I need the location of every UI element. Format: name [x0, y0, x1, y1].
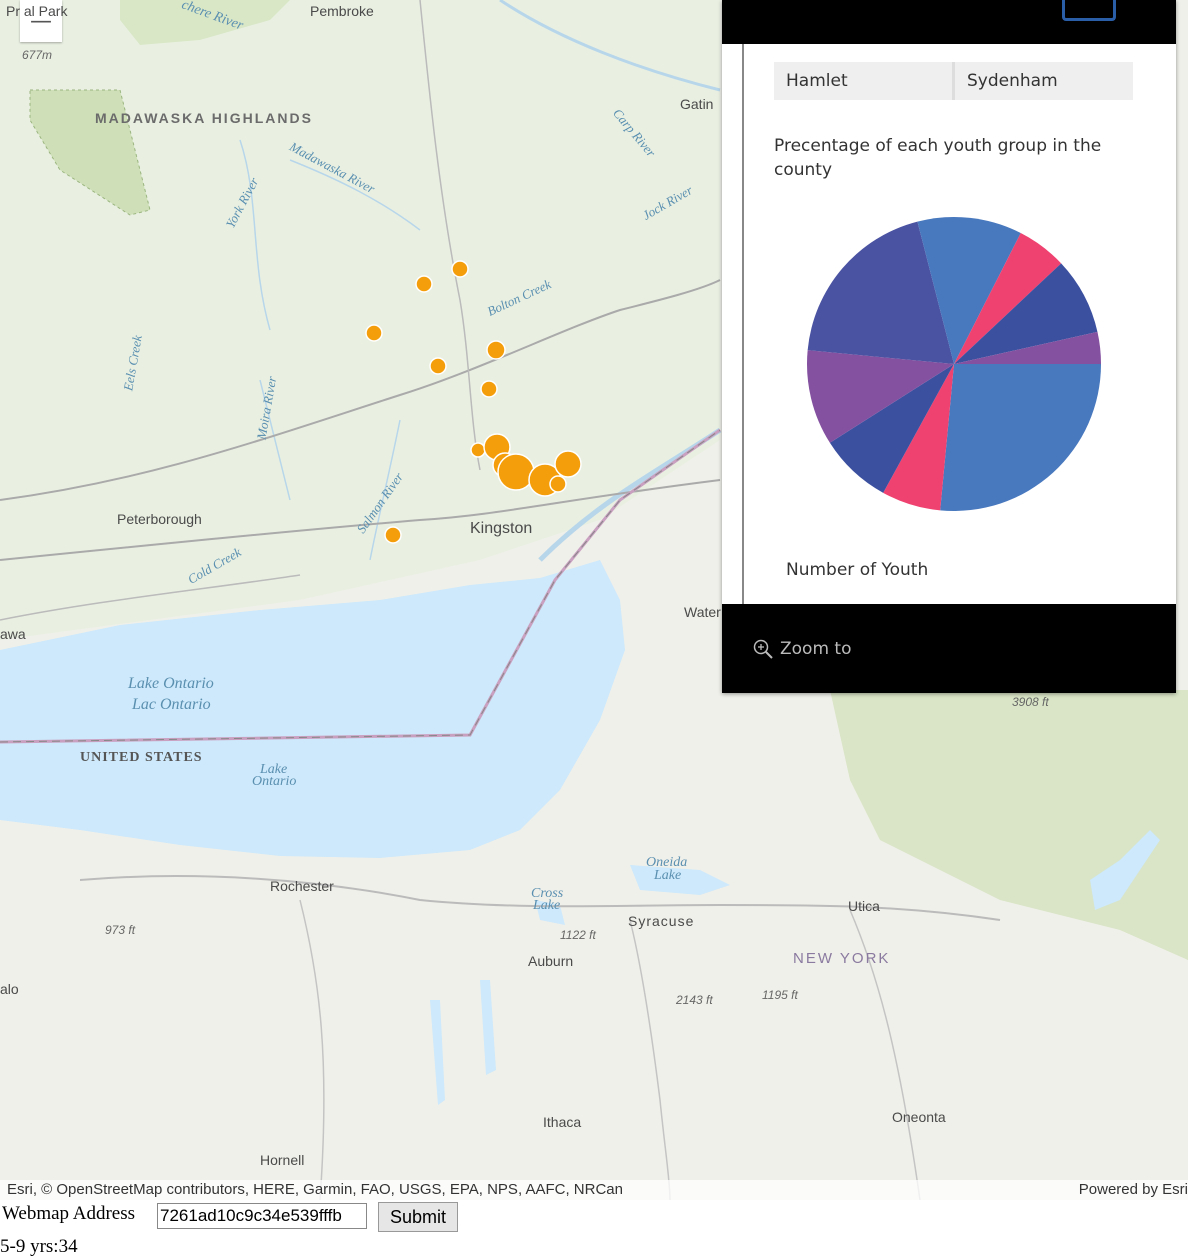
field-name: Hamlet: [774, 62, 955, 100]
submit-button[interactable]: Submit: [378, 1202, 458, 1232]
powered-by-esri[interactable]: Powered by Esri: [1079, 1181, 1188, 1198]
feature-marker[interactable]: [415, 275, 433, 293]
label-rochester: Rochester: [270, 878, 334, 894]
zoom-to-label: Zoom to: [780, 639, 852, 659]
label-oneonta: Oneonta: [892, 1109, 946, 1125]
label-new-york: NEW YORK: [793, 950, 891, 967]
label-gatineau: Gatin: [680, 96, 714, 112]
label-ithaca: Ithaca: [543, 1114, 582, 1130]
feature-marker[interactable]: [470, 442, 486, 458]
pie-slice-1[interactable]: [940, 364, 1101, 511]
feature-marker[interactable]: [451, 260, 469, 278]
feature-marker[interactable]: [497, 453, 535, 491]
zoom-to-action[interactable]: Zoom to: [752, 638, 851, 660]
feature-marker[interactable]: [486, 340, 506, 360]
dock-icon[interactable]: [1062, 0, 1116, 21]
webmap-address-input[interactable]: [157, 1203, 367, 1229]
label-elev-3908: 3908 ft: [1012, 695, 1049, 709]
popup-content: Hamlet Sydenham Precentage of each youth…: [742, 44, 1178, 604]
label-buffalo: alo: [0, 981, 19, 997]
label-madawaska-highlands: MADAWASKA HIGHLANDS: [95, 110, 313, 126]
map-attribution: Esri, © OpenStreetMap contributors, HERE…: [0, 1180, 1188, 1200]
pie-chart: [807, 217, 1101, 511]
field-value: Sydenham: [955, 62, 1133, 100]
label-elev-2143: 2143 ft: [676, 993, 713, 1007]
feature-marker[interactable]: [384, 526, 402, 544]
table-row: Hamlet Sydenham: [774, 62, 1133, 100]
label-united-states: UNITED STATES: [80, 750, 203, 765]
feature-marker[interactable]: [365, 324, 383, 342]
label-lake-ontario-2b: Ontario: [252, 774, 297, 789]
label-elev-1195: 1195 ft: [762, 988, 798, 1002]
label-auburn: Auburn: [528, 953, 574, 969]
chart-title: Precentage of each youth group in the co…: [774, 136, 1102, 180]
webmap-address-label: Webmap Address: [2, 1203, 136, 1224]
label-hornell: Hornell: [260, 1152, 305, 1168]
label-pembroke: Pembroke: [310, 3, 374, 19]
feature-popup: Hamlet Sydenham Precentage of each youth…: [722, 0, 1176, 693]
label-kingston: Kingston: [470, 520, 533, 537]
feature-marker[interactable]: [480, 380, 498, 398]
feature-marker[interactable]: [429, 357, 447, 375]
label-peterborough: Peterborough: [117, 511, 202, 527]
attribute-table: Hamlet Sydenham: [774, 62, 1133, 100]
popup-actions: Zoom to: [722, 604, 1176, 693]
label-cross-lake-b: Lake: [533, 898, 561, 913]
output-text: 5-9 yrs:34: [0, 1236, 78, 1257]
feature-marker[interactable]: [549, 475, 567, 493]
feature-marker[interactable]: [554, 450, 582, 478]
label-elev-973: 973 ft: [105, 923, 136, 937]
label-utica: Utica: [848, 898, 880, 914]
label-syracuse: Syracuse: [628, 913, 695, 929]
label-elev-677: 677m: [22, 48, 53, 62]
chart-label: Number of Youth: [786, 560, 929, 580]
label-oneida-lake-b: Lake: [654, 868, 682, 883]
label-elev-1122: 1122 ft: [560, 928, 596, 942]
label-watertown: Water: [684, 604, 721, 620]
popup-header: [722, 0, 1176, 44]
label-lac-ontario: Lac Ontario: [132, 696, 211, 713]
zoom-in-icon: [753, 639, 773, 659]
label-lake-ontario: Lake Ontario: [128, 675, 214, 692]
label-park: Pr al Park: [6, 3, 68, 19]
attribution-text: Esri, © OpenStreetMap contributors, HERE…: [7, 1181, 623, 1198]
label-ottawa: awa: [0, 626, 26, 642]
webmap-form: Webmap Address Submit 5-9 yrs:34: [0, 1200, 1188, 1260]
